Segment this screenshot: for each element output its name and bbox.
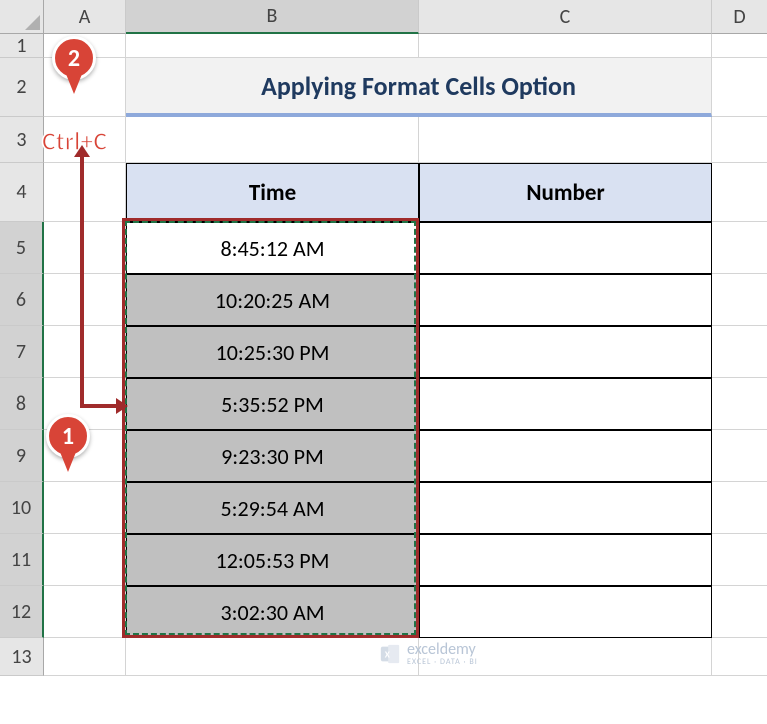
cell-B3[interactable] — [126, 117, 419, 163]
cell-D13[interactable] — [712, 638, 767, 676]
cell-A13[interactable] — [44, 638, 126, 676]
cell-D7[interactable] — [712, 326, 767, 378]
cell-D10[interactable] — [712, 482, 767, 534]
cell-B10[interactable]: 5:29:54 AM — [126, 482, 419, 534]
cell-C7[interactable] — [419, 326, 712, 378]
excel-icon: X — [379, 643, 401, 665]
cell-A7[interactable] — [44, 326, 126, 378]
cell-C10[interactable] — [419, 482, 712, 534]
callout-arrow-head — [116, 398, 128, 414]
cell-B8[interactable]: 5:35:52 PM — [126, 378, 419, 430]
cell-C9[interactable] — [419, 430, 712, 482]
row-headers: 12345678910111213 — [0, 34, 44, 676]
cell-B12[interactable]: 3:02:30 AM — [126, 586, 419, 638]
callout-pin-2-number: 2 — [68, 44, 80, 73]
cell-D1[interactable] — [712, 34, 767, 58]
cell-C1[interactable] — [419, 34, 712, 58]
cell-C11[interactable] — [419, 534, 712, 586]
cell-C3[interactable] — [419, 117, 712, 163]
cell-B6[interactable]: 10:20:25 AM — [126, 274, 419, 326]
row-header-6[interactable]: 6 — [0, 274, 44, 326]
callout-arrow-head — [74, 145, 90, 157]
column-headers: ABCD — [44, 0, 767, 34]
watermark-tagline: EXCEL · DATA · BI — [407, 658, 478, 666]
row-header-2[interactable]: 2 — [0, 58, 44, 117]
cell-B1[interactable] — [126, 34, 419, 58]
cell-D5[interactable] — [712, 222, 767, 274]
cell-B11[interactable]: 12:05:53 PM — [126, 534, 419, 586]
watermark: X exceldemy EXCEL · DATA · BI — [379, 642, 478, 666]
cell-D8[interactable] — [712, 378, 767, 430]
cell-C8[interactable] — [419, 378, 712, 430]
column-header-D[interactable]: D — [712, 0, 767, 34]
cell-B9[interactable]: 9:23:30 PM — [126, 430, 419, 482]
cell-D2[interactable] — [712, 58, 767, 117]
callout-pin-1: 1 — [46, 414, 90, 476]
row-header-3[interactable]: 3 — [0, 117, 44, 163]
callout-pin-2: 2 — [52, 36, 96, 98]
cell-B13[interactable] — [126, 638, 419, 676]
cell-D9[interactable] — [712, 430, 767, 482]
column-header-A[interactable]: A — [44, 0, 126, 34]
row-header-9[interactable]: 9 — [0, 430, 44, 482]
cell-D6[interactable] — [712, 274, 767, 326]
cell-D12[interactable] — [712, 586, 767, 638]
callout-arrow — [80, 155, 84, 404]
column-header-C[interactable]: C — [419, 0, 712, 34]
cell-B7[interactable]: 10:25:30 PM — [126, 326, 419, 378]
cell-C6[interactable] — [419, 274, 712, 326]
row-header-8[interactable]: 8 — [0, 378, 44, 430]
row-header-7[interactable]: 7 — [0, 326, 44, 378]
cell-D11[interactable] — [712, 534, 767, 586]
row-header-5[interactable]: 5 — [0, 222, 44, 274]
row-header-13[interactable]: 13 — [0, 638, 44, 676]
cell-A11[interactable] — [44, 534, 126, 586]
cell-A5[interactable] — [44, 222, 126, 274]
cell-C4[interactable]: Number — [419, 163, 712, 222]
column-header-B[interactable]: B — [126, 0, 419, 34]
cell-A6[interactable] — [44, 274, 126, 326]
cell-A4[interactable] — [44, 163, 126, 222]
cell-B4[interactable]: Time — [126, 163, 419, 222]
row-header-10[interactable]: 10 — [0, 482, 44, 534]
cell-B2[interactable]: Applying Format Cells Option — [126, 58, 712, 117]
row-header-4[interactable]: 4 — [0, 163, 44, 222]
cell-D4[interactable] — [712, 163, 767, 222]
select-all-corner[interactable] — [0, 0, 44, 34]
row-header-11[interactable]: 11 — [0, 534, 44, 586]
cell-A12[interactable] — [44, 586, 126, 638]
spreadsheet-grid: Applying Format Cells Option TimeNumber8:… — [44, 34, 767, 676]
callout-pin-1-number: 1 — [62, 422, 74, 451]
callout-arrow — [80, 404, 120, 408]
watermark-brand: exceldemy — [407, 642, 478, 658]
cell-A10[interactable] — [44, 482, 126, 534]
row-header-12[interactable]: 12 — [0, 586, 44, 638]
cell-B5[interactable]: 8:45:12 AM — [126, 222, 419, 274]
cell-C5[interactable] — [419, 222, 712, 274]
row-header-1[interactable]: 1 — [0, 34, 44, 58]
cell-D3[interactable] — [712, 117, 767, 163]
cell-C12[interactable] — [419, 586, 712, 638]
